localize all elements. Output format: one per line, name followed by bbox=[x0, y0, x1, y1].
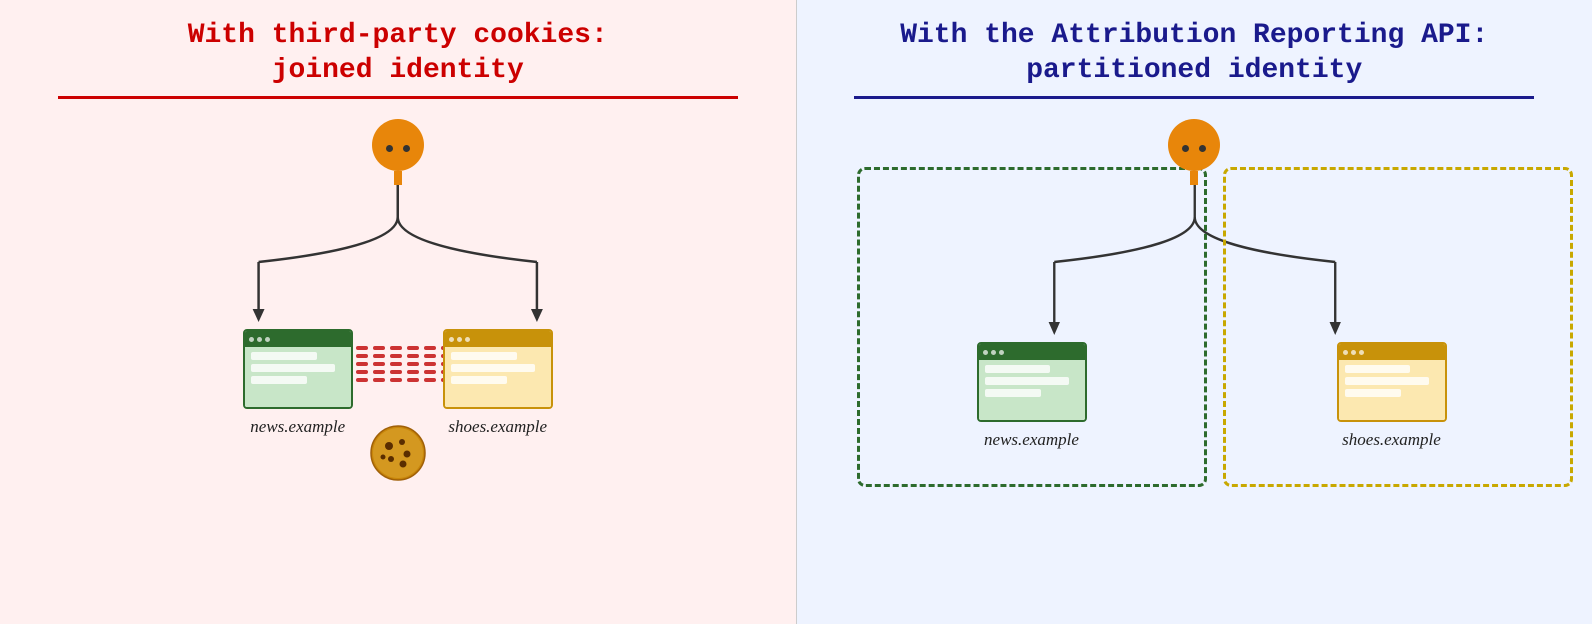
right-title-line2: partitioned identity bbox=[1026, 55, 1362, 86]
left-diagram: news.example shoes.example bbox=[20, 117, 776, 497]
person-eye-right-2 bbox=[1199, 145, 1206, 152]
person-neck-left bbox=[394, 171, 402, 185]
left-browser-news: news.example bbox=[243, 329, 353, 437]
browser-toolbar-shoes-left bbox=[445, 331, 551, 347]
browser-body-news-right bbox=[979, 360, 1085, 420]
bl bbox=[451, 352, 517, 360]
person-eyes-right bbox=[1182, 139, 1206, 152]
left-person bbox=[372, 119, 424, 185]
person-eye-left-2 bbox=[403, 145, 410, 152]
bd bbox=[465, 337, 470, 342]
browser-toolbar-news-left bbox=[245, 331, 351, 347]
bl bbox=[1345, 377, 1430, 385]
right-person bbox=[1168, 119, 1220, 185]
browser-body-shoes-right bbox=[1339, 360, 1445, 420]
bd bbox=[449, 337, 454, 342]
person-eyes-left bbox=[386, 139, 410, 152]
bl bbox=[251, 376, 307, 384]
left-news-label: news.example bbox=[250, 417, 345, 437]
left-title: With third-party cookies: joined identit… bbox=[188, 18, 608, 88]
bd bbox=[1343, 350, 1348, 355]
right-title-line1: With the Attribution Reporting API: bbox=[900, 20, 1488, 51]
right-browser-shoes: shoes.example bbox=[1337, 342, 1447, 450]
bl bbox=[251, 364, 336, 372]
bl bbox=[985, 377, 1070, 385]
bd bbox=[991, 350, 996, 355]
browser-toolbar-news-right bbox=[979, 344, 1085, 360]
browser-news-right bbox=[977, 342, 1087, 422]
browser-news-left bbox=[243, 329, 353, 409]
left-title-line1: With third-party cookies: bbox=[188, 20, 608, 51]
bd bbox=[999, 350, 1004, 355]
bl bbox=[451, 364, 536, 372]
right-diagram: news.example shoes.example bbox=[817, 117, 1573, 537]
left-panel: With third-party cookies: joined identit… bbox=[0, 0, 797, 624]
person-head-right bbox=[1168, 119, 1220, 171]
left-title-line2: joined identity bbox=[272, 55, 524, 86]
browser-body-news-left bbox=[245, 347, 351, 407]
cookie-icon bbox=[369, 424, 427, 487]
bd bbox=[265, 337, 270, 342]
person-head-left bbox=[372, 119, 424, 171]
bl bbox=[1345, 389, 1401, 397]
browser-shoes-right bbox=[1337, 342, 1447, 422]
bd bbox=[1359, 350, 1364, 355]
person-eye-right-1 bbox=[1182, 145, 1189, 152]
bl bbox=[985, 389, 1041, 397]
right-shoes-label: shoes.example bbox=[1342, 430, 1441, 450]
bl bbox=[985, 365, 1051, 373]
person-eye-left-1 bbox=[386, 145, 393, 152]
left-browser-shoes: shoes.example bbox=[443, 329, 553, 437]
right-divider bbox=[854, 96, 1534, 99]
browser-body-shoes-left bbox=[445, 347, 551, 407]
left-shoes-label: shoes.example bbox=[448, 417, 547, 437]
bd bbox=[257, 337, 262, 342]
bd bbox=[457, 337, 462, 342]
bl bbox=[251, 352, 317, 360]
right-news-label: news.example bbox=[984, 430, 1079, 450]
left-divider bbox=[58, 96, 738, 99]
bl bbox=[1345, 365, 1411, 373]
right-browser-news: news.example bbox=[977, 342, 1087, 450]
browser-shoes-left bbox=[443, 329, 553, 409]
bl bbox=[451, 376, 507, 384]
bd bbox=[249, 337, 254, 342]
left-browsers-wrap: news.example shoes.example bbox=[243, 329, 553, 437]
browser-toolbar-shoes-right bbox=[1339, 344, 1445, 360]
person-neck-right bbox=[1190, 171, 1198, 185]
bd bbox=[983, 350, 988, 355]
right-panel: With the Attribution Reporting API: part… bbox=[797, 0, 1592, 624]
bd bbox=[1351, 350, 1356, 355]
right-title: With the Attribution Reporting API: part… bbox=[900, 18, 1488, 88]
cookie-svg bbox=[369, 424, 427, 482]
